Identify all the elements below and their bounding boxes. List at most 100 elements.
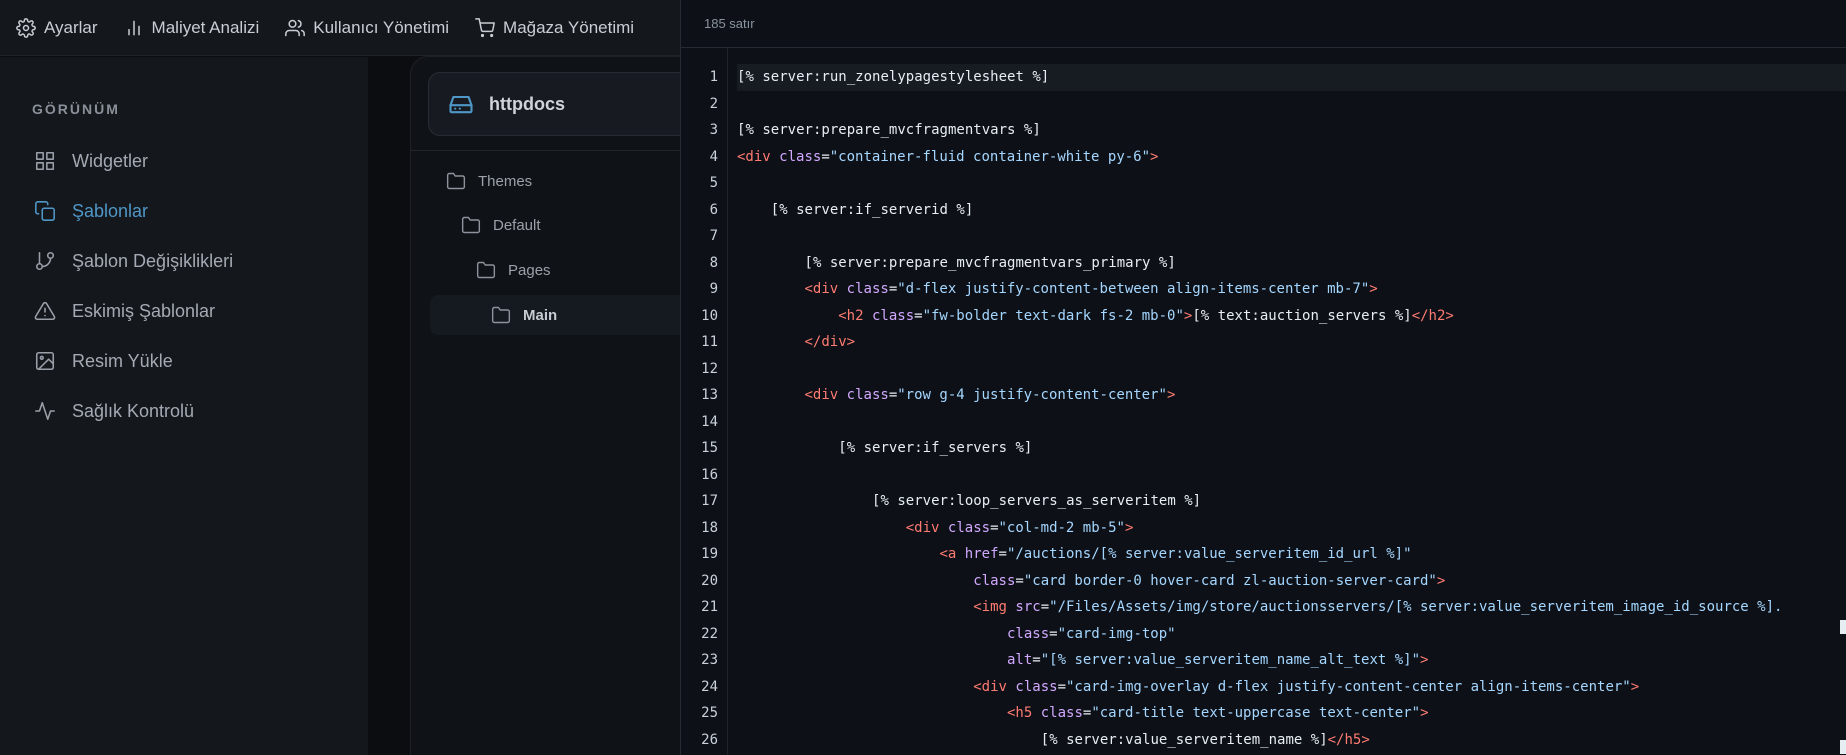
code-line[interactable]: <div class="col-md-2 mb-5">: [737, 515, 1846, 542]
code-line[interactable]: [% server:if_servers %]: [737, 435, 1846, 462]
root-folder-label: httpdocs: [489, 93, 565, 114]
code-line[interactable]: alt="[% server:value_serveritem_name_alt…: [737, 647, 1846, 674]
line-number: 7: [709, 228, 718, 244]
bar-chart-icon: [127, 20, 140, 35]
code-line[interactable]: <h5 class="card-title text-uppercase tex…: [737, 700, 1846, 727]
folder-icon: [476, 261, 496, 279]
sidebar-item-upload-image[interactable]: Resim Yükle: [34, 350, 173, 372]
code-line[interactable]: [% server:run_zonelypagestylesheet %]: [737, 64, 1846, 91]
sidebar-item-widgets[interactable]: Widgetler: [34, 150, 148, 172]
gear-icon: [16, 17, 36, 38]
code-line[interactable]: class="card border-0 hover-card zl-aucti…: [737, 568, 1846, 595]
root-folder-httpdocs[interactable]: httpdocs: [428, 72, 698, 136]
tree-item-themes[interactable]: Themes: [446, 170, 532, 192]
code-line[interactable]: <div class="row g-4 justify-content-cent…: [737, 382, 1846, 409]
nav-item-label: Mağaza Yönetimi: [503, 17, 635, 37]
sidebar-item-templates[interactable]: Şablonlar: [34, 200, 148, 222]
server-icon: [449, 95, 473, 114]
code-editor[interactable]: 185 satır 1 2 3 4 5 6 7 8 9 10 11 12 13 14 15 16 17 18 19 2…: [680, 0, 1846, 755]
sidebar-item-template-changes[interactable]: Şablon Değişiklikleri: [34, 250, 233, 272]
line-number: 12: [701, 360, 718, 377]
code-line[interactable]: [737, 356, 1846, 383]
tree-item-label: Default: [493, 216, 541, 234]
sidebar-item-label: Şablonlar: [72, 200, 149, 221]
line-number: 5: [709, 175, 718, 191]
line-number: 21: [701, 599, 718, 615]
code-line[interactable]: <div class="d-flex justify-content-betwe…: [737, 276, 1846, 303]
tree-item-label: Themes: [478, 172, 533, 190]
line-number: 3: [709, 122, 718, 138]
sidebar-item-label: Eskimiş Şablonlar: [72, 300, 216, 321]
scroll-indicator: [1840, 620, 1846, 634]
tree-item-label: Pages: [508, 261, 551, 279]
code-line[interactable]: [% server:prepare_mvcfragmentvars_primar…: [737, 250, 1846, 277]
tree-divider: [411, 150, 681, 151]
code-line[interactable]: [737, 223, 1846, 250]
git-branch-icon: [35, 251, 55, 271]
line-number: 16: [701, 466, 718, 483]
line-number: 24: [701, 678, 718, 695]
folder-icon: [461, 216, 481, 234]
line-number: 17: [701, 493, 718, 509]
activity-icon: [35, 401, 55, 421]
editor-header: 185 satır: [681, 0, 1846, 48]
folder-icon: [446, 172, 466, 190]
code-line[interactable]: class="card-img-top": [737, 621, 1846, 648]
tree-item-default[interactable]: Default: [461, 214, 541, 236]
copy-icon: [35, 201, 55, 221]
code-line[interactable]: [737, 91, 1846, 118]
nav-item-settings[interactable]: Ayarlar: [16, 18, 98, 38]
tree-item-label: Main: [523, 306, 558, 324]
tree-item-pages[interactable]: Pages: [476, 259, 551, 281]
top-navigation: Ayarlar Maliyet Analizi Kullanıcı Yöneti…: [0, 0, 680, 56]
line-number: 26: [701, 731, 718, 748]
users-icon: [285, 19, 306, 36]
tree-item-main[interactable]: Main: [430, 295, 680, 335]
code-line[interactable]: <div class="container-fluid container-wh…: [737, 144, 1846, 171]
line-number: 14: [701, 413, 718, 430]
line-number: 11: [701, 334, 718, 350]
code-line[interactable]: [% server:prepare_mvcfragmentvars %]: [737, 117, 1846, 144]
code-line[interactable]: <a href="/auctions/[% server:value_serve…: [737, 541, 1846, 568]
sidebar-item-health-check[interactable]: Sağlık Kontrolü: [34, 400, 194, 422]
sidebar-item-label: Şablon Değişiklikleri: [72, 250, 234, 271]
line-number: 15: [701, 440, 718, 456]
code-line[interactable]: [737, 409, 1846, 436]
sidebar-item-label: Widgetler: [72, 150, 149, 171]
sidebar-item-deprecated-templates[interactable]: Eskimiş Şablonlar: [34, 300, 215, 322]
line-number-gutter: 1 2 3 4 5 6 7 8 9 10 11 12 13 14 15 16 17 18 19 20 21 22 23 24 2…: [681, 64, 727, 755]
code-line[interactable]: [737, 170, 1846, 197]
code-line[interactable]: [% server:loop_servers_as_serveritem %]: [737, 488, 1846, 515]
line-number: 18: [701, 519, 718, 536]
code-line[interactable]: [% server:value_serveritem_name %]</h5>: [737, 727, 1846, 754]
line-number: 8: [709, 254, 718, 271]
grid-icon: [35, 151, 55, 171]
cart-icon: [475, 17, 495, 37]
nav-item-user-management[interactable]: Kullanıcı Yönetimi: [285, 18, 449, 38]
code-line[interactable]: [737, 462, 1846, 489]
nav-item-store-management[interactable]: Mağaza Yönetimi: [475, 18, 634, 38]
app-root: Ayarlar Maliyet Analizi Kullanıcı Yöneti…: [0, 0, 1846, 755]
code-line[interactable]: <div class="card-img-overlay d-flex just…: [737, 674, 1846, 701]
sidebar: GÖRÜNÜM Widgetler Şablonlar Şablon Değiş…: [0, 57, 368, 755]
line-number: 6: [709, 201, 718, 218]
folder-icon: [491, 306, 511, 324]
line-number: 4: [709, 148, 718, 165]
line-number: 22: [701, 625, 718, 642]
line-number: 9: [709, 281, 718, 297]
warning-icon: [34, 301, 56, 321]
line-number: 25: [701, 705, 718, 721]
nav-item-label: Ayarlar: [44, 17, 98, 37]
line-number: 1: [709, 69, 718, 85]
code-line[interactable]: </div>: [737, 329, 1846, 356]
scroll-indicator-bottom: [1840, 740, 1846, 754]
nav-item-label: Maliyet Analizi: [151, 17, 260, 37]
code-line[interactable]: <h2 class="fw-bolder text-dark fs-2 mb-0…: [737, 303, 1846, 330]
code-line[interactable]: [% server:if_serverid %]: [737, 197, 1846, 224]
code-line[interactable]: <img src="/Files/Assets/img/store/auctio…: [737, 594, 1846, 621]
line-number: 20: [701, 572, 718, 589]
file-tree-card: [410, 56, 700, 755]
nav-item-cost-analysis[interactable]: Maliyet Analizi: [124, 17, 260, 38]
line-number: 23: [701, 652, 718, 668]
code-area[interactable]: [% server:run_zonelypagestylesheet %] [% …: [737, 64, 1846, 755]
